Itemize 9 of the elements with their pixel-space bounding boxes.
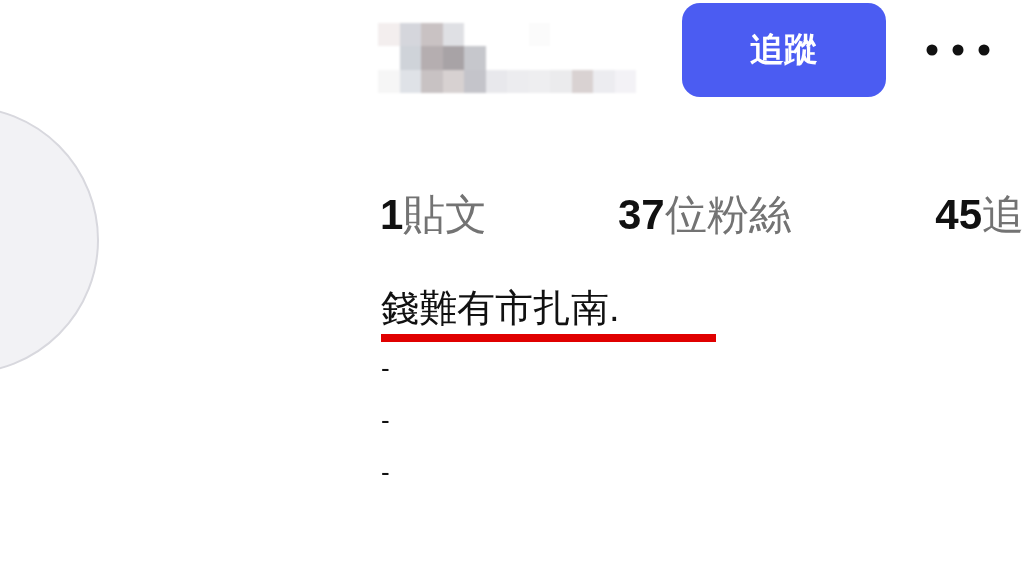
profile-stat[interactable]: 1貼文 xyxy=(380,187,618,243)
bio-line: - xyxy=(381,456,391,489)
bio-line: 錢難有市扎南. xyxy=(381,286,621,331)
profile-stat[interactable]: 45追 xyxy=(935,187,1024,243)
bio-line: - xyxy=(381,352,391,385)
bio-line: - xyxy=(381,404,391,437)
more-options-icon[interactable] xyxy=(926,44,990,56)
profile-stat[interactable]: 37位粉絲 xyxy=(618,187,936,243)
follow-button[interactable]: 追蹤 xyxy=(682,3,886,97)
